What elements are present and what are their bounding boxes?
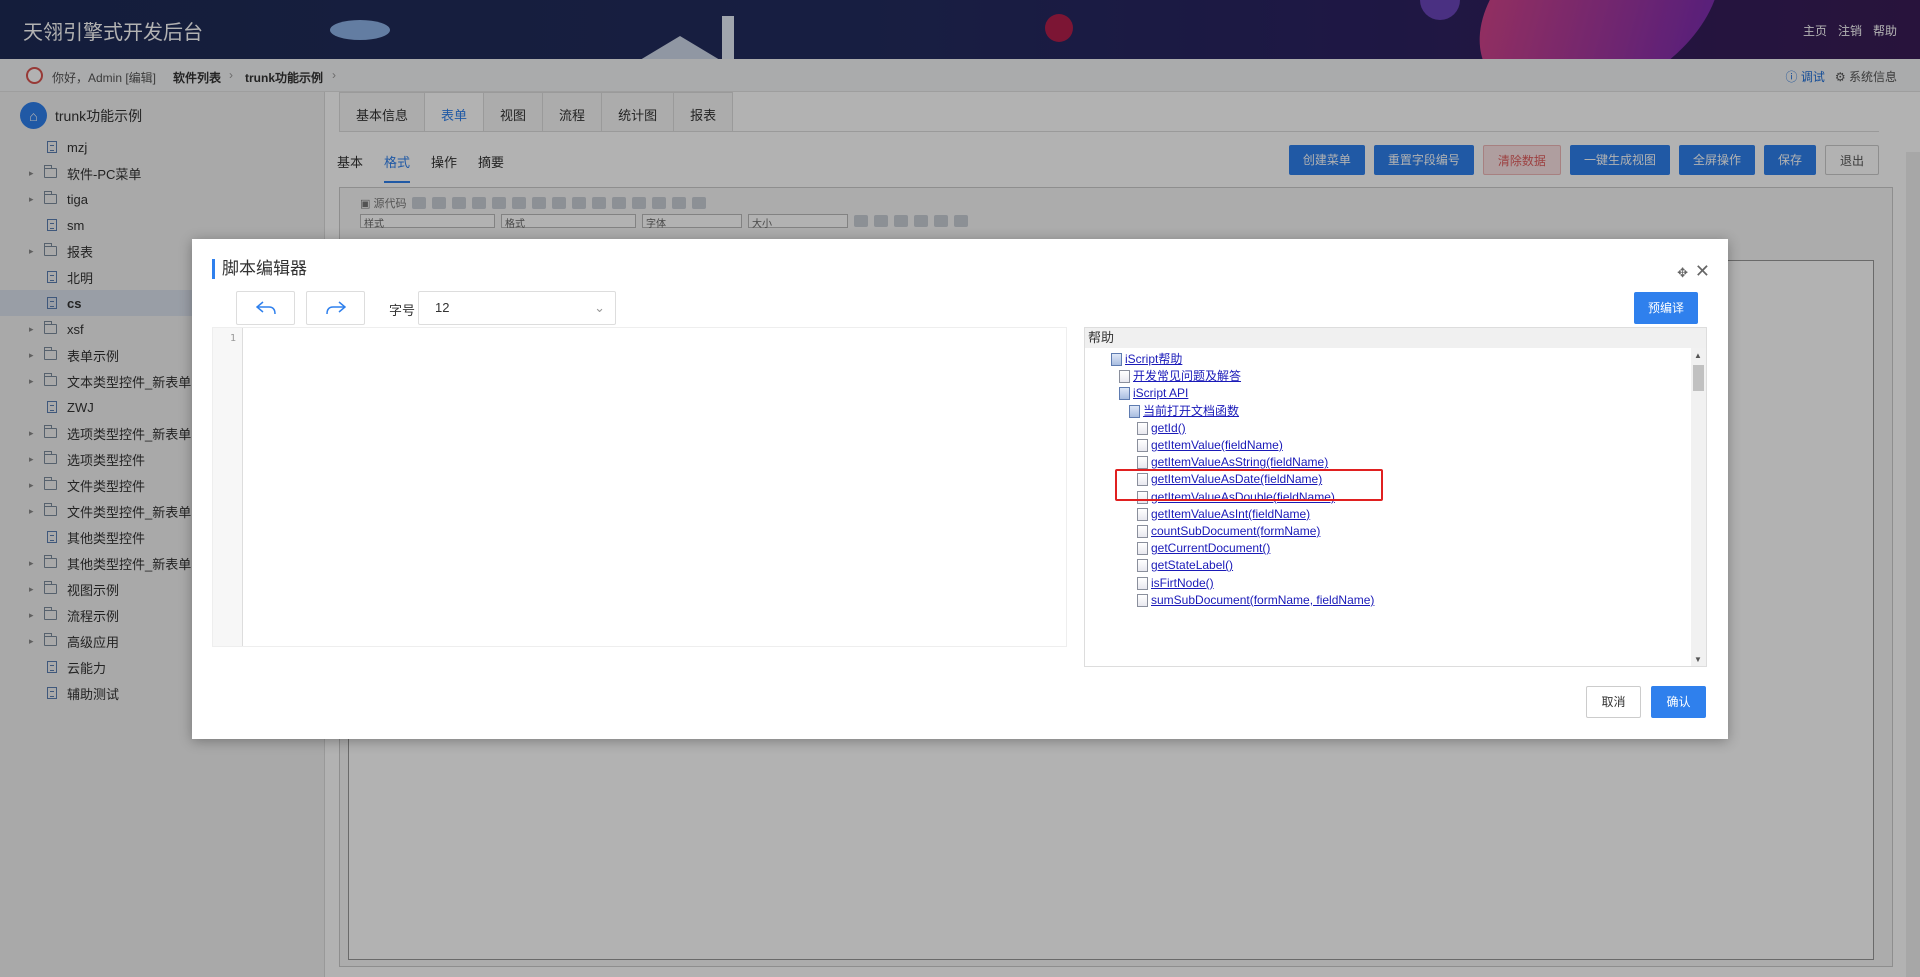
script-editor-dialog: 脚本编辑器 ✥ ✕ 字号 12 ⌄ 预编译 1 帮助 iScript帮助 开发常见…	[192, 239, 1728, 739]
redo-icon	[325, 301, 346, 315]
page-icon	[1137, 456, 1148, 470]
help-item-link[interactable]: 开发常见问题及解答	[1133, 368, 1241, 385]
help-item-link[interactable]: countSubDocument(formName)	[1151, 523, 1320, 540]
page-icon	[1137, 525, 1148, 538]
precompile-button[interactable]: 预编译	[1633, 292, 1698, 324]
page-icon	[1119, 370, 1130, 384]
help-item-link[interactable]: getId()	[1151, 420, 1186, 437]
help-item[interactable]: sumSubDocument(formName, fieldName)	[1137, 592, 1374, 609]
help-item[interactable]: getStateLabel()	[1137, 557, 1233, 574]
help-item[interactable]: getItemValue(fieldName)	[1137, 437, 1283, 454]
page-icon	[1137, 593, 1148, 607]
help-item-link[interactable]: sumSubDocument(formName, fieldName)	[1151, 592, 1374, 609]
font-size-select[interactable]: 12 ⌄	[418, 291, 616, 325]
help-item[interactable]: 当前打开文档函数	[1129, 403, 1239, 420]
page-icon	[1137, 421, 1148, 435]
help-item-link[interactable]: getCurrentDocument()	[1151, 540, 1270, 557]
help-tree: iScript帮助 开发常见问题及解答 iScript API 当前打开文档函数 get…	[1085, 348, 1692, 666]
highlight-box	[1115, 469, 1383, 501]
help-title: 帮助	[1085, 328, 1706, 348]
page-icon	[1137, 507, 1148, 521]
close-icon[interactable]: ✕	[1695, 261, 1710, 282]
book-icon	[1119, 387, 1130, 401]
help-item[interactable]: isFirtNode()	[1137, 575, 1214, 592]
scroll-thumb[interactable]	[1693, 365, 1704, 391]
page-icon	[1137, 576, 1148, 590]
book-icon	[1111, 353, 1122, 366]
font-size-label: 字号	[389, 303, 416, 318]
help-item-link[interactable]: getItemValue(fieldName)	[1151, 437, 1283, 454]
page-icon	[1137, 542, 1148, 556]
cancel-button[interactable]: 取消	[1586, 686, 1641, 718]
page-icon	[1137, 439, 1148, 452]
chevron-down-icon: ⌄	[594, 300, 605, 315]
help-item-link[interactable]: iScript帮助	[1125, 351, 1182, 368]
scroll-down-icon[interactable]: ▼	[1694, 655, 1702, 664]
help-item[interactable]: getCurrentDocument()	[1137, 540, 1270, 557]
code-editor[interactable]: 1	[212, 327, 1067, 647]
help-item-link[interactable]: isFirtNode()	[1151, 575, 1214, 592]
font-size-value: 12	[435, 300, 450, 315]
move-icon[interactable]: ✥	[1677, 265, 1688, 281]
help-item[interactable]: iScript API	[1119, 385, 1188, 402]
help-item[interactable]: countSubDocument(formName)	[1137, 523, 1320, 540]
help-item[interactable]: getItemValueAsInt(fieldName)	[1137, 506, 1310, 523]
line-number: 1	[229, 333, 236, 344]
help-item-link[interactable]: 当前打开文档函数	[1143, 403, 1239, 420]
scroll-up-icon[interactable]: ▲	[1694, 351, 1702, 360]
redo-button[interactable]	[306, 291, 365, 325]
help-item[interactable]: iScript帮助	[1111, 351, 1182, 368]
confirm-button[interactable]: 确认	[1651, 686, 1706, 718]
dialog-title: 脚本编辑器	[212, 259, 307, 279]
help-item[interactable]: 开发常见问题及解答	[1119, 368, 1241, 385]
help-item-link[interactable]: getStateLabel()	[1151, 557, 1233, 574]
book-icon	[1129, 404, 1140, 418]
line-gutter: 1	[213, 328, 243, 646]
undo-button[interactable]	[236, 291, 295, 325]
undo-icon	[255, 301, 276, 315]
help-item-link[interactable]: iScript API	[1133, 385, 1188, 402]
help-item[interactable]: getId()	[1137, 420, 1186, 437]
page-icon	[1137, 559, 1148, 573]
help-scrollbar[interactable]: ▲ ▼	[1691, 348, 1706, 666]
help-item-link[interactable]: getItemValueAsInt(fieldName)	[1151, 506, 1310, 523]
